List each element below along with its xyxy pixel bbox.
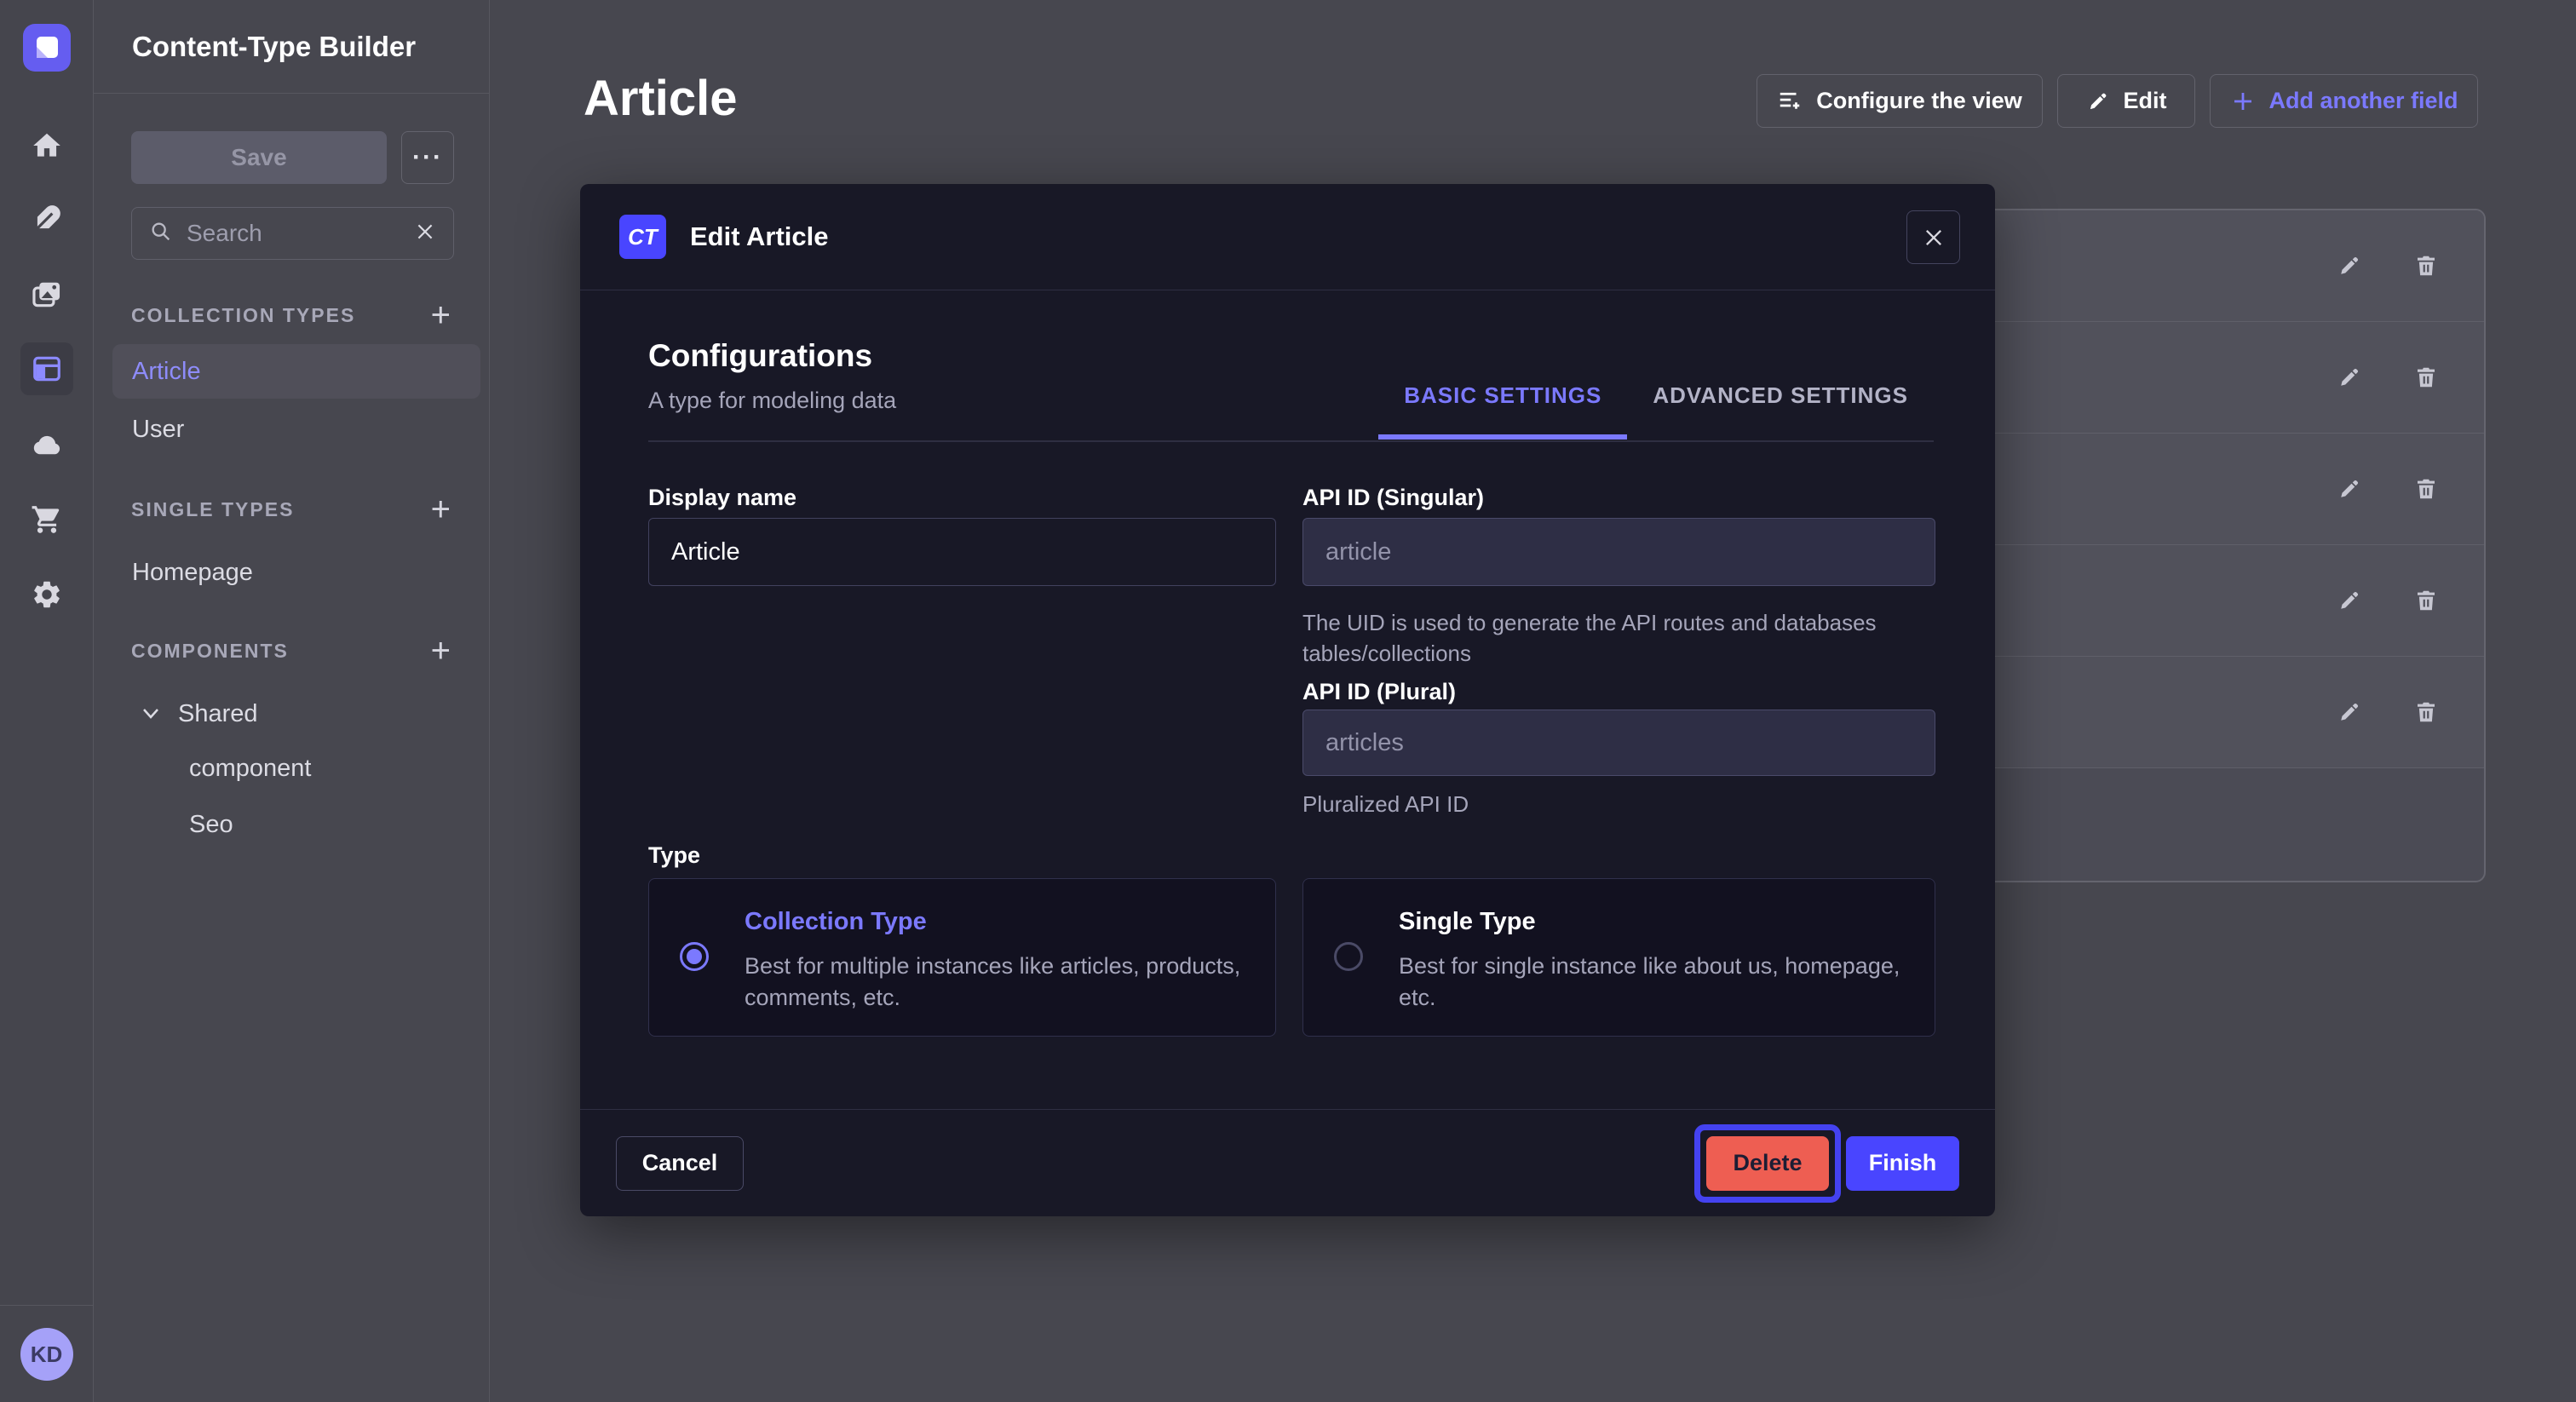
row-edit-pencil-icon[interactable] xyxy=(2331,359,2368,396)
add-single-type-icon[interactable]: + xyxy=(431,492,451,526)
home-icon[interactable] xyxy=(31,129,63,162)
row-edit-pencil-icon[interactable] xyxy=(2331,247,2368,284)
row-delete-trash-icon[interactable] xyxy=(2407,247,2445,284)
radio-dot xyxy=(1341,949,1356,964)
sidebar-item-seo[interactable]: Seo xyxy=(112,797,480,852)
more-options-button[interactable]: ··· xyxy=(401,131,454,184)
single-types-header: SINGLE TYPES + xyxy=(131,486,451,533)
screen: KD Content-Type Builder Save ··· COLLECT… xyxy=(0,0,2576,1402)
configure-view-label: Configure the view xyxy=(1816,88,2022,114)
content-type-builder-icon-active[interactable] xyxy=(20,342,73,395)
single-type-description: Best for single instance like about us, … xyxy=(1399,951,1911,1014)
cloud-icon[interactable] xyxy=(31,429,63,462)
collection-type-title: Collection Type xyxy=(745,908,927,936)
settings-tabs: BASIC SETTINGS ADVANCED SETTINGS xyxy=(1378,382,1934,440)
search-icon xyxy=(149,220,173,248)
search-input[interactable] xyxy=(187,220,400,247)
api-id-plural-hint: Pluralized API ID xyxy=(1302,789,1935,819)
tab-basic-settings[interactable]: BASIC SETTINGS xyxy=(1378,382,1627,440)
row-delete-trash-icon[interactable] xyxy=(2407,470,2445,508)
cancel-button[interactable]: Cancel xyxy=(616,1136,744,1191)
modal-title: Edit Article xyxy=(690,221,829,252)
single-type-option[interactable]: Single Type Best for single instance lik… xyxy=(1302,878,1935,1037)
sidebar-header: Content-Type Builder xyxy=(94,0,489,94)
sidebar-group-shared[interactable]: Shared xyxy=(112,687,480,741)
shared-group-label: Shared xyxy=(178,700,258,728)
marketplace-cart-icon[interactable] xyxy=(31,503,63,536)
icon-rail: KD xyxy=(0,0,94,1402)
edit-button[interactable]: Edit xyxy=(2057,74,2195,128)
media-library-icon[interactable] xyxy=(31,279,63,311)
modal-footer: Cancel Delete Finish xyxy=(580,1109,1995,1216)
api-id-singular-input[interactable] xyxy=(1302,518,1935,586)
edit-button-label: Edit xyxy=(2124,88,2167,114)
add-another-field-label: Add another field xyxy=(2269,88,2458,114)
single-type-title: Single Type xyxy=(1399,908,1536,936)
type-label: Type xyxy=(648,842,1276,869)
add-component-icon[interactable]: + xyxy=(431,634,451,668)
row-edit-pencil-icon[interactable] xyxy=(2331,470,2368,508)
sidebar: Content-Type Builder Save ··· COLLECTION… xyxy=(94,0,490,1402)
radio-unselected-icon[interactable] xyxy=(1334,942,1363,971)
row-delete-trash-icon[interactable] xyxy=(2407,582,2445,619)
display-name-label: Display name xyxy=(648,485,1276,511)
add-collection-type-icon[interactable]: + xyxy=(431,298,451,332)
sidebar-item-component[interactable]: component xyxy=(112,741,480,796)
settings-gear-icon[interactable] xyxy=(31,578,63,611)
modal-header: CT Edit Article xyxy=(580,184,1995,290)
save-row: Save ··· xyxy=(131,131,454,184)
collection-types-header: COLLECTION TYPES + xyxy=(131,291,451,339)
content-type-badge: CT xyxy=(619,215,666,259)
sidebar-item-homepage[interactable]: Homepage xyxy=(112,545,480,600)
delete-button-label: Delete xyxy=(1733,1150,1802,1175)
search-clear-icon[interactable] xyxy=(414,221,436,247)
components-label: COMPONENTS xyxy=(131,640,289,663)
configurations-title: Configurations xyxy=(648,338,872,374)
components-header: COMPONENTS + xyxy=(131,627,451,675)
content-manager-feather-icon[interactable] xyxy=(31,203,63,235)
edit-article-modal: CT Edit Article Configurations A type fo… xyxy=(580,184,1995,1216)
app-title: Content-Type Builder xyxy=(132,31,416,63)
footer-actions: Delete Finish xyxy=(1706,1136,1959,1191)
single-types-label: SINGLE TYPES xyxy=(131,498,294,521)
configurations-subtitle: A type for modeling data xyxy=(648,388,896,414)
tabs-divider xyxy=(648,440,1934,442)
api-id-singular-label: API ID (Singular) xyxy=(1302,485,1935,511)
collection-type-description: Best for multiple instances like article… xyxy=(745,951,1251,1014)
user-avatar[interactable]: KD xyxy=(20,1328,73,1381)
strapi-logo-icon[interactable] xyxy=(23,24,71,72)
collection-types-label: COLLECTION TYPES xyxy=(131,304,355,327)
configure-view-button[interactable]: Configure the view xyxy=(1757,74,2043,128)
row-delete-trash-icon[interactable] xyxy=(2407,359,2445,396)
add-another-field-button[interactable]: Add another field xyxy=(2210,74,2478,128)
toolbar: Configure the view Edit Add another fiel… xyxy=(1757,74,2478,128)
radio-dot xyxy=(687,949,702,964)
delete-button[interactable]: Delete xyxy=(1706,1136,1829,1191)
page-title: Article xyxy=(584,70,738,127)
sidebar-item-article[interactable]: Article xyxy=(112,344,480,399)
finish-button[interactable]: Finish xyxy=(1846,1136,1959,1191)
row-edit-pencil-icon[interactable] xyxy=(2331,693,2368,731)
modal-close-button[interactable] xyxy=(1906,210,1960,264)
collection-type-option[interactable]: Collection Type Best for multiple instan… xyxy=(648,878,1276,1037)
api-id-plural-input[interactable] xyxy=(1302,710,1935,776)
modal-body: Configurations A type for modeling data … xyxy=(580,290,1995,1109)
api-id-plural-label: API ID (Plural) xyxy=(1302,679,1935,705)
rail-divider xyxy=(0,1305,93,1306)
display-name-input[interactable] xyxy=(648,518,1276,586)
row-edit-pencil-icon[interactable] xyxy=(2331,582,2368,619)
api-id-singular-hint: The UID is used to generate the API rout… xyxy=(1302,607,1935,669)
tab-advanced-settings[interactable]: ADVANCED SETTINGS xyxy=(1627,382,1934,440)
radio-selected-icon[interactable] xyxy=(680,942,709,971)
save-button[interactable]: Save xyxy=(131,131,387,184)
chevron-down-icon xyxy=(141,707,161,721)
row-delete-trash-icon[interactable] xyxy=(2407,693,2445,731)
sidebar-item-user[interactable]: User xyxy=(112,402,480,457)
search-box xyxy=(131,207,454,260)
